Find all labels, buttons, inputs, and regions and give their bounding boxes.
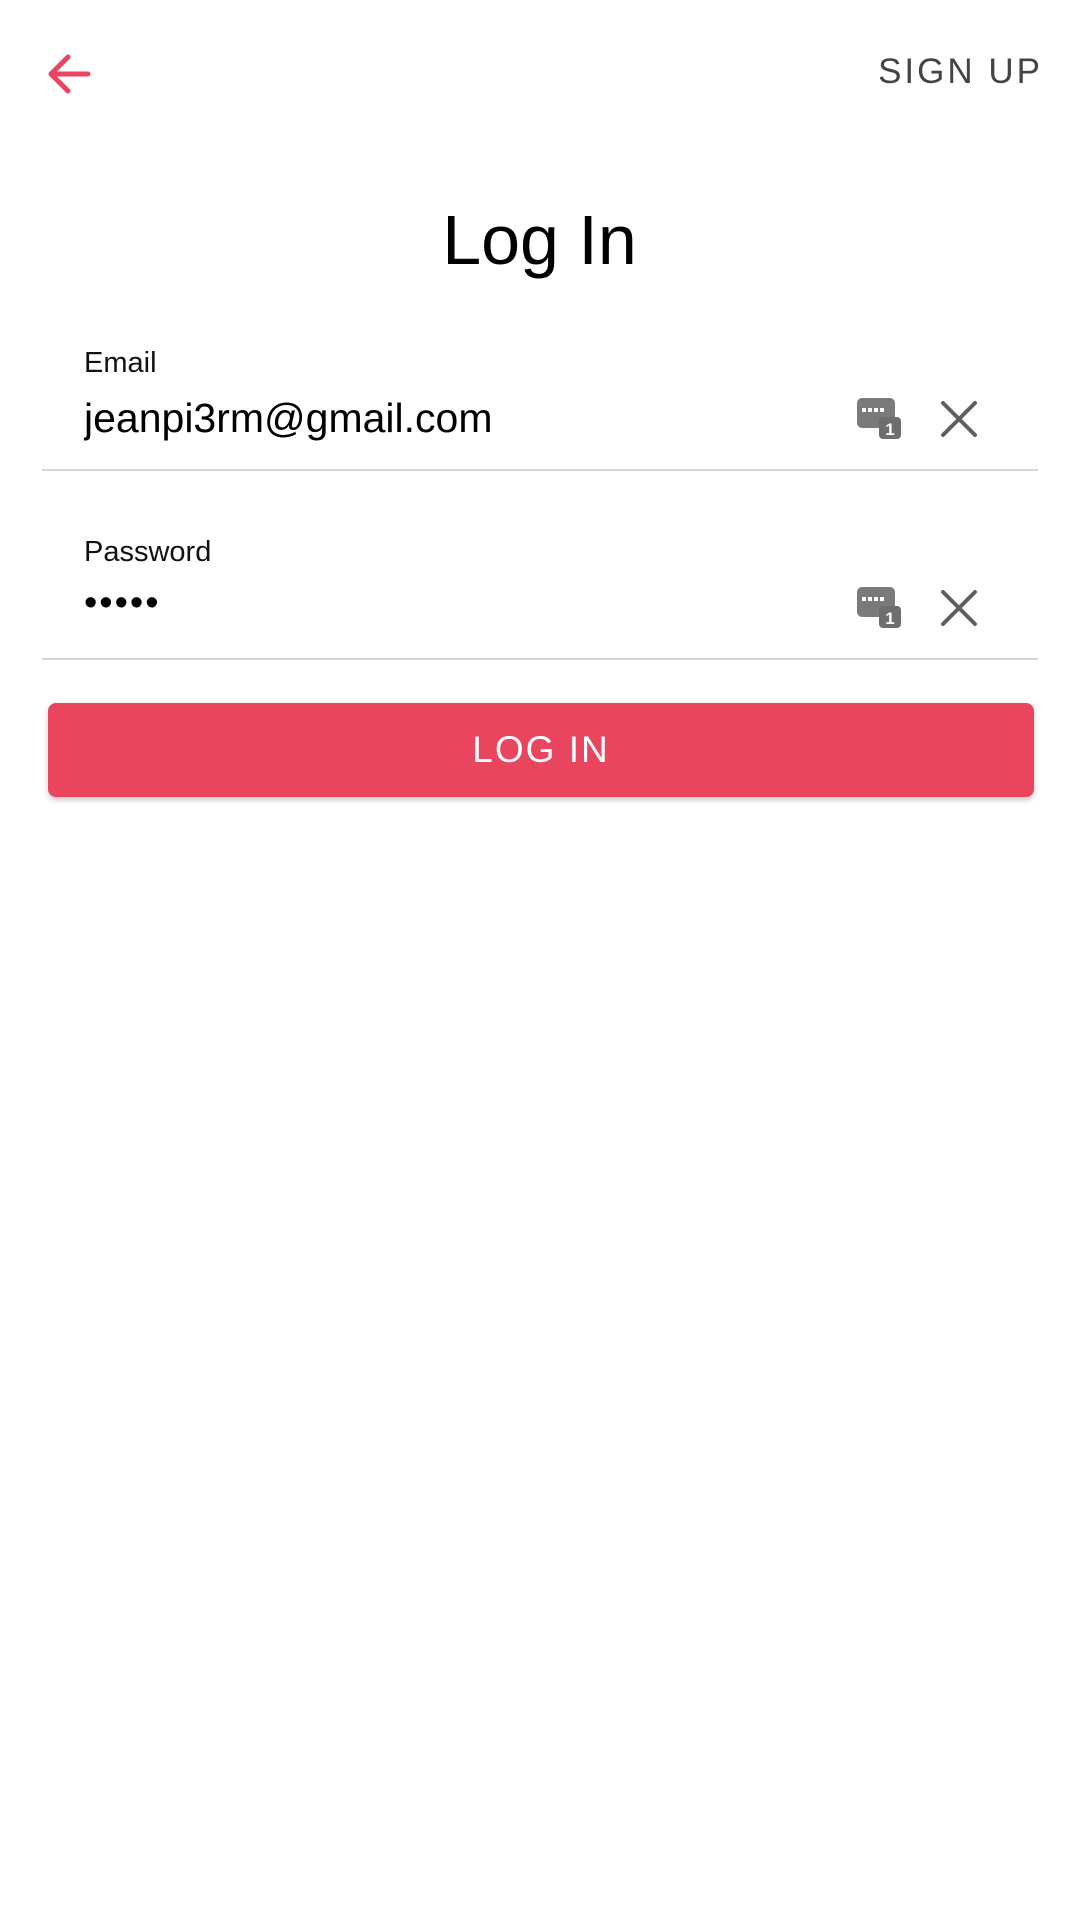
sign-up-link[interactable]: SIGN UP (878, 52, 1043, 92)
email-input[interactable] (84, 395, 844, 442)
clear-email-button[interactable] (938, 398, 980, 440)
email-field: Email 1 (42, 343, 1038, 471)
top-app-bar: SIGN UP (0, 0, 1079, 150)
password-input[interactable]: ••••• (84, 582, 844, 625)
password-manager-icon[interactable]: 1 (856, 395, 902, 441)
back-button[interactable] (40, 45, 98, 103)
password-manager-icon[interactable]: 1 (856, 584, 902, 630)
email-label: Email (84, 347, 157, 379)
arrow-left-icon (40, 45, 98, 103)
page-title: Log In (442, 201, 637, 279)
password-label: Password (84, 536, 212, 568)
close-icon (938, 398, 980, 440)
clear-password-button[interactable] (938, 587, 980, 629)
close-icon (938, 587, 980, 629)
svg-text:1: 1 (885, 420, 894, 439)
login-button[interactable]: LOG IN (48, 703, 1034, 797)
password-field: Password ••••• 1 (42, 532, 1038, 660)
svg-text:1: 1 (885, 609, 894, 628)
